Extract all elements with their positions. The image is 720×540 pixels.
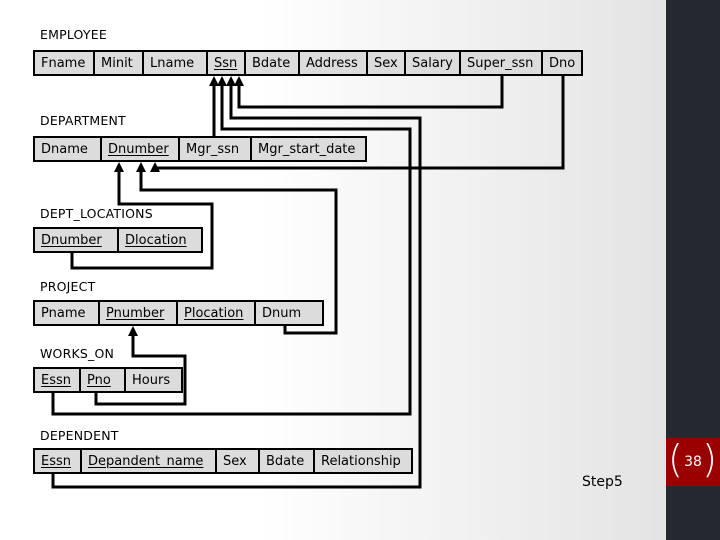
employee-attr-bdate: Bdate xyxy=(246,52,300,74)
dept-locations-attr-dnumber: Dnumber xyxy=(35,229,119,251)
project-attr-plocation: Plocation xyxy=(178,302,256,324)
project-attr-dnum: Dnum xyxy=(262,305,302,321)
dependent-attr-bdate: Bdate xyxy=(260,450,315,472)
employee-title: EMPLOYEE xyxy=(40,27,107,42)
department-attr-dnumber: Dnumber xyxy=(102,138,180,160)
employee-attr-sex: Sex xyxy=(368,52,406,74)
employee-attr-ssn: Ssn xyxy=(208,52,246,74)
arrowhead-dnumber-3 xyxy=(150,162,160,172)
department-title: DEPARTMENT xyxy=(40,113,126,128)
arrowhead-ssn-3 xyxy=(226,76,236,86)
department-table: Dname Dnumber Mgr_ssn Mgr_start_date xyxy=(33,136,367,162)
dept-locations-attr-dlocation: Dlocation xyxy=(125,232,187,248)
employee-table: Fname Minit Lname Ssn Bdate Address Sex … xyxy=(33,50,583,76)
dept-locations-table: Dnumber Dlocation xyxy=(33,227,203,253)
page-number-badge: ( 38 ) xyxy=(666,438,720,486)
employee-attr-lname: Lname xyxy=(144,52,208,74)
left-bracket-glyph: ( xyxy=(668,437,683,481)
arrowhead-dnumber-2 xyxy=(136,162,146,172)
department-attr-mgr-start-date: Mgr_start_date xyxy=(258,141,356,157)
dependent-attr-dependent-name: Depandent_name xyxy=(82,450,217,472)
department-attr-mgr-ssn: Mgr_ssn xyxy=(180,138,252,160)
project-attr-pnumber: Pnumber xyxy=(100,302,178,324)
dependent-title: DEPENDENT xyxy=(40,428,119,443)
dependent-attr-sex: Sex xyxy=(217,450,260,472)
dependent-attr-essn: Essn xyxy=(35,450,82,472)
dept-locations-title: DEPT_LOCATIONS xyxy=(40,206,153,221)
employee-attr-minit: Minit xyxy=(95,52,144,74)
dependent-table: Essn Depandent_name Sex Bdate Relationsh… xyxy=(33,448,413,474)
arrowhead-ssn-1 xyxy=(209,76,219,86)
arrowhead-ssn-2 xyxy=(217,76,227,86)
employee-attr-dno: Dno xyxy=(549,55,576,71)
fk-link-super-ssn xyxy=(237,76,504,109)
dependent-attr-relationship: Relationship xyxy=(321,453,401,469)
right-bracket-glyph: ) xyxy=(702,437,717,481)
page-number: 38 xyxy=(684,454,702,470)
works-on-attr-essn: Essn xyxy=(35,369,81,391)
works-on-table: Essn Pno Hours xyxy=(33,367,183,393)
employee-attr-address: Address xyxy=(300,52,368,74)
project-table: Pname Pnumber Plocation Dnum xyxy=(33,300,324,326)
works-on-attr-hours: Hours xyxy=(132,372,171,388)
arrowhead-dnumber-1 xyxy=(114,162,124,172)
employee-attr-salary: Salary xyxy=(406,52,461,74)
step-label: Step5 xyxy=(582,474,623,490)
employee-attr-fname: Fname xyxy=(35,52,95,74)
works-on-title: WORKS_ON xyxy=(40,346,115,361)
project-attr-pname: Pname xyxy=(35,302,100,324)
project-title: PROJECT xyxy=(40,279,96,294)
employee-attr-super-ssn: Super_ssn xyxy=(461,52,543,74)
works-on-attr-pno: Pno xyxy=(81,369,126,391)
arrowhead-ssn-4 xyxy=(234,76,244,86)
department-attr-dname: Dname xyxy=(35,138,102,160)
arrowhead-pnumber xyxy=(128,326,138,336)
